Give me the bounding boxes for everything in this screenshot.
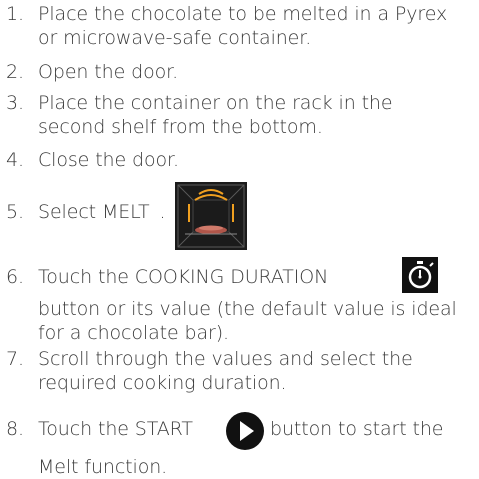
step-number: 2. (6, 61, 24, 83)
step-text-line: Close the door. (38, 149, 179, 171)
step-text-line: required cooking duration. (38, 372, 287, 394)
step-text: Select MELT (38, 201, 150, 223)
step-text-line: Place the container on the rack in the (38, 92, 393, 114)
step-number: 6. (6, 266, 24, 288)
step-text-pre: Touch the START (38, 418, 193, 440)
step-text-line: Place the chocolate to be melted in a Py… (38, 3, 448, 25)
step-text-line: Open the door. (38, 61, 179, 83)
step-number: 3. (6, 92, 24, 114)
step-text-suffix: . (159, 201, 166, 223)
step-text-line: Scroll through the values and select the (38, 348, 413, 370)
stopwatch-icon (402, 257, 438, 293)
step-text-line: button or its value (the default value i… (38, 298, 457, 320)
step-number: 5. (6, 201, 24, 223)
play-icon (225, 411, 265, 451)
melt-function-icon (175, 182, 247, 250)
step-number: 1. (6, 3, 24, 25)
step-text-line: second shelf from the bottom. (38, 116, 323, 138)
step-number: 7. (6, 348, 24, 370)
step-text-line: or microwave-safe container. (38, 27, 312, 49)
step-text-line: Melt function. (38, 456, 168, 478)
step-text-post: button to start the (270, 418, 444, 440)
step-number: 8. (6, 418, 24, 440)
step-text-line: for a chocolate bar). (38, 322, 229, 344)
step-number: 4. (6, 149, 24, 171)
